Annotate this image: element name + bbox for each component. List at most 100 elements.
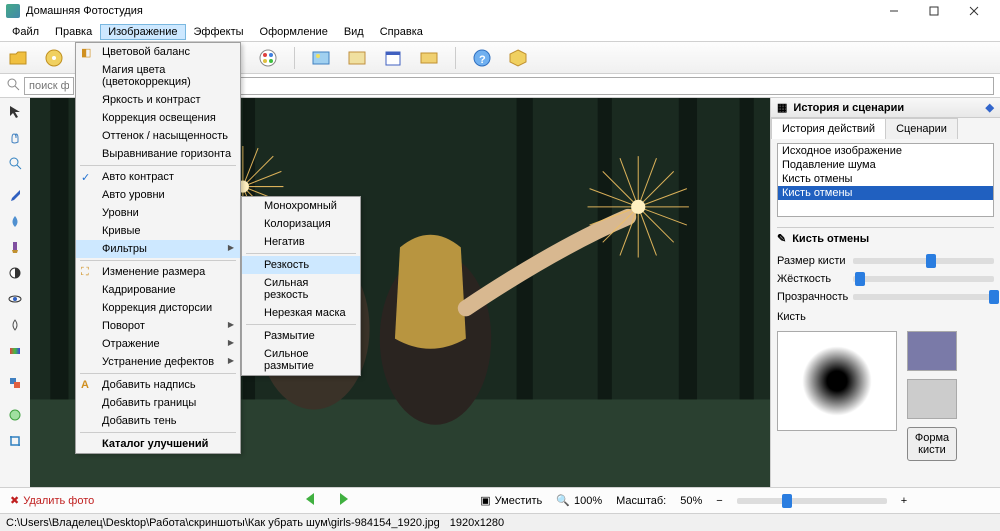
slider-label: Жёсткость: [777, 273, 847, 285]
image-icon[interactable]: [309, 46, 333, 70]
calendar-icon[interactable]: [381, 46, 405, 70]
submenu-item[interactable]: Сильная резкость: [242, 274, 360, 304]
tab-0[interactable]: История действий: [771, 118, 886, 139]
menu-item[interactable]: AДобавить надпись: [76, 376, 240, 394]
submenu-item[interactable]: Колоризация: [242, 215, 360, 233]
menu-item[interactable]: Яркость и контраст: [76, 91, 240, 109]
zoom-tool[interactable]: [6, 154, 24, 172]
app-icon: [6, 4, 20, 18]
status-bar: ✖Удалить фото ▣Уместить 🔍100% Масштаб: 5…: [0, 487, 1000, 513]
brush-preview[interactable]: [777, 331, 897, 431]
delete-icon: ✖: [10, 494, 19, 507]
history-item[interactable]: Кисть отмены: [778, 186, 993, 200]
color-swatch[interactable]: [907, 331, 957, 371]
box-icon[interactable]: [506, 46, 530, 70]
panel-title: История и сценарии: [793, 102, 904, 114]
heal-tool[interactable]: [6, 406, 24, 424]
smudge-tool[interactable]: [6, 316, 24, 334]
menu-item[interactable]: Кадрирование: [76, 281, 240, 299]
menu-файл[interactable]: Файл: [4, 24, 47, 40]
maximize-button[interactable]: [914, 1, 954, 21]
submenu-item[interactable]: Монохромный: [242, 197, 360, 215]
slider-Прозрачность[interactable]: [853, 294, 994, 300]
cd-icon[interactable]: [42, 46, 66, 70]
menu-правка[interactable]: Правка: [47, 24, 100, 40]
menu-item[interactable]: Добавить границы: [76, 394, 240, 412]
pointer-tool[interactable]: [6, 102, 24, 120]
blur-tool[interactable]: [6, 212, 24, 230]
open-icon[interactable]: [6, 46, 30, 70]
palette-icon[interactable]: [256, 46, 280, 70]
menu-item[interactable]: Магия цвета (цветокоррекция): [76, 61, 240, 91]
brush-tool[interactable]: [6, 238, 24, 256]
slider-Размер кисти[interactable]: [853, 258, 994, 264]
text-icon: A: [81, 379, 95, 393]
scale-label: Масштаб:: [616, 495, 666, 507]
history-list[interactable]: Исходное изображениеПодавление шумаКисть…: [777, 143, 994, 217]
history-item[interactable]: Кисть отмены: [778, 172, 993, 186]
pin-icon[interactable]: ◆: [986, 101, 994, 114]
menu-item[interactable]: Коррекция дисторсии: [76, 299, 240, 317]
function-search-input[interactable]: [24, 77, 74, 95]
menu-item[interactable]: ◧Цветовой баланс: [76, 43, 240, 61]
menu-item[interactable]: Отражение: [76, 335, 240, 353]
slider-label: Размер кисти: [777, 255, 847, 267]
prev-arrow[interactable]: [302, 490, 320, 511]
tab-1[interactable]: Сценарии: [885, 118, 958, 139]
separator: [246, 253, 356, 254]
menu-item[interactable]: Выравнивание горизонта: [76, 145, 240, 163]
menu-изображение[interactable]: Изображение: [100, 24, 185, 40]
menu-item[interactable]: Каталог улучшений: [76, 435, 240, 453]
menu-item[interactable]: Уровни: [76, 204, 240, 222]
zoom-100-button[interactable]: 🔍100%: [556, 494, 602, 507]
history-item[interactable]: Подавление шума: [778, 158, 993, 172]
menu-item-label: Каталог улучшений: [102, 438, 208, 450]
brush-shape-button[interactable]: Форма кисти: [907, 427, 957, 461]
delete-photo-button[interactable]: ✖Удалить фото: [10, 494, 94, 507]
menu-item[interactable]: Авто уровни: [76, 186, 240, 204]
menu-эффекты[interactable]: Эффекты: [186, 24, 252, 40]
submenu-item[interactable]: Нерезкая маска: [242, 304, 360, 322]
menu-item[interactable]: Поворот: [76, 317, 240, 335]
menu-item[interactable]: ✓Авто контраст: [76, 168, 240, 186]
card-icon[interactable]: [417, 46, 441, 70]
history-item[interactable]: Исходное изображение: [778, 144, 993, 158]
close-button[interactable]: [954, 1, 994, 21]
menu-item[interactable]: Оттенок / насыщенность: [76, 127, 240, 145]
zoom-out-button[interactable]: −: [716, 495, 722, 507]
menu-item[interactable]: Добавить тень: [76, 412, 240, 430]
next-arrow[interactable]: [334, 490, 352, 511]
menu-item-label: Поворот: [102, 320, 145, 332]
submenu-item[interactable]: Сильное размытие: [242, 345, 360, 375]
help-icon[interactable]: ?: [470, 46, 494, 70]
menu-вид[interactable]: Вид: [336, 24, 372, 40]
separator: [80, 432, 236, 433]
eye-tool[interactable]: [6, 290, 24, 308]
menu-item[interactable]: Устранение дефектов: [76, 353, 240, 371]
menu-item[interactable]: ⛶Изменение размера: [76, 263, 240, 281]
clone-tool[interactable]: [6, 374, 24, 392]
menu-item[interactable]: Коррекция освещения: [76, 109, 240, 127]
hand-tool[interactable]: [6, 128, 24, 146]
contrast-tool[interactable]: [6, 264, 24, 282]
menu-item[interactable]: Фильтры: [76, 240, 240, 258]
zoom-100-label: 100%: [574, 495, 602, 507]
slider-Жёсткость[interactable]: [853, 276, 994, 282]
gradient-tool[interactable]: [6, 342, 24, 360]
submenu-item[interactable]: Резкость: [242, 256, 360, 274]
submenu-item[interactable]: Размытие: [242, 327, 360, 345]
crop-tool[interactable]: [6, 432, 24, 450]
zoom-slider[interactable]: [737, 498, 887, 504]
zoom-in-button[interactable]: +: [901, 495, 907, 507]
minimize-button[interactable]: [874, 1, 914, 21]
menu-оформление[interactable]: Оформление: [252, 24, 336, 40]
color-swatch-2[interactable]: [907, 379, 957, 419]
eyedropper-tool[interactable]: [6, 186, 24, 204]
separator: [80, 260, 236, 261]
app-title: Домашняя Фотостудия: [26, 5, 874, 17]
submenu-item[interactable]: Негатив: [242, 233, 360, 251]
menu-справка[interactable]: Справка: [372, 24, 431, 40]
frame-icon[interactable]: [345, 46, 369, 70]
menu-item[interactable]: Кривые: [76, 222, 240, 240]
fit-button[interactable]: ▣Уместить: [480, 494, 542, 507]
